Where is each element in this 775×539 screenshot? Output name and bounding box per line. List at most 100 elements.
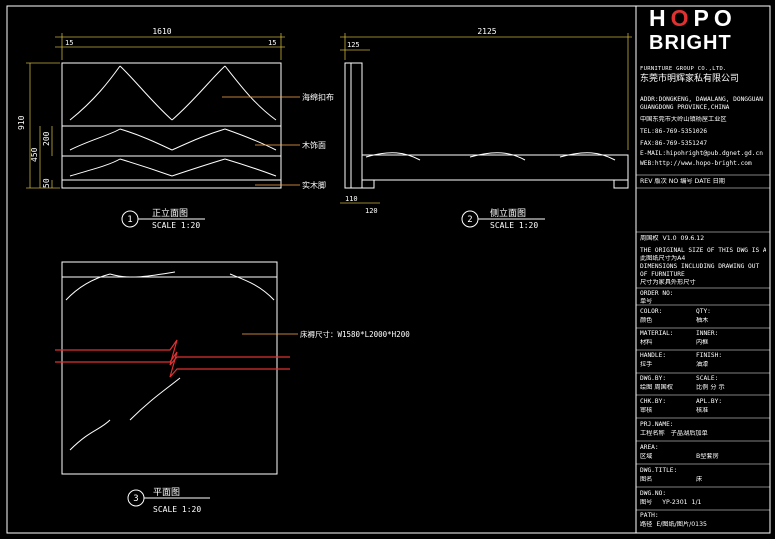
path-value: E/图纸/图片/0135 — [656, 521, 707, 528]
logo-letters-po: PO — [693, 5, 737, 31]
prj-name-cn: 工程名称 — [640, 430, 665, 437]
tel: TEL:86-769-5351026 — [640, 128, 708, 135]
revision-header: REV 版次 NO 编号 DATE 日期 — [640, 178, 725, 185]
address-en-1: ADDR:DONGKENG, DAWALANG, DONGGUAN — [640, 96, 763, 103]
dim-1610: 1610 — [152, 27, 171, 36]
apl-by-label: APL.BY: — [696, 398, 723, 405]
note-cn-2: 尺寸为家具外形尺寸 — [640, 279, 696, 286]
side-bed-frame — [361, 154, 629, 181]
view-number-3: 3 — [133, 494, 138, 504]
color-cn: 颜色 — [640, 317, 653, 324]
address-cn: 中国东莞市大岭山镇杨屋工业区 — [640, 116, 727, 123]
scale-label: SCALE: — [696, 375, 719, 382]
inner-label: INNER: — [696, 330, 719, 337]
dwg-by-row-values: 绘图 周国权 比例 分 示 — [640, 384, 766, 392]
area-cn: 区域 — [640, 453, 653, 460]
color-row-cn: 颜色 柚木 — [640, 317, 766, 325]
front-tufting-mid — [69, 128, 277, 151]
side-foot-tail — [613, 179, 629, 189]
note-cn-1: 此图纸尺寸为A4 — [640, 255, 686, 262]
path-label: PATH: — [640, 512, 659, 519]
dwg-title-value: 床 — [696, 476, 703, 483]
logo-letter-h: H — [649, 5, 671, 31]
apl-by-cn: 核准 — [696, 407, 709, 414]
handle-label: HANDLE: — [640, 352, 667, 359]
color-label: COLOR: — [640, 308, 663, 315]
front-leaders — [222, 96, 300, 186]
drawn-by: 周国权 — [640, 235, 659, 242]
chk-by-row-cn: 审核 核准 — [640, 407, 766, 415]
material-row-cn: 材料 内框 — [640, 339, 766, 347]
dim-15-right: 15 — [268, 39, 276, 47]
annotation-fabric: 海绵扣布 — [302, 92, 334, 102]
material-label: MATERIAL: — [640, 330, 674, 337]
order-no-label: ORDER NO: — [640, 290, 674, 297]
logo-bright: BRIGHT — [649, 32, 732, 54]
order-no-cn: 单号 — [640, 298, 653, 305]
note-en-2: DIMENSIONS INCLUDING DRAWING OUT — [640, 263, 760, 270]
revision-row: 周国权 V1.0 09.6.12 — [640, 235, 766, 243]
view-title-3: 平面图 — [153, 487, 180, 498]
area-label: AREA: — [640, 444, 659, 451]
annotation-bed-size: 床褥尺寸：W1580*L2000*H200 — [300, 329, 410, 339]
side-headboard — [344, 62, 363, 189]
prj-name-row: 工程名称 子晶湖后加单 — [640, 430, 766, 438]
handle-cn: 拉手 — [640, 361, 653, 368]
dim-110: 110 — [345, 195, 358, 203]
inner-cn: 内框 — [696, 339, 709, 346]
view-scale-2: SCALE 1:20 — [490, 221, 538, 230]
dwg-title-cn: 图名 — [640, 476, 653, 483]
view-number-2: 2 — [467, 215, 472, 225]
logo-letter-o: O — [670, 5, 694, 31]
plan-view — [61, 261, 278, 475]
side-view-label: 2 侧立面图 SCALE 1:20 — [461, 207, 545, 230]
view-number-1: 1 — [127, 215, 132, 225]
front-dimensions — [26, 33, 285, 189]
dwg-by-row: DWG.BY: SCALE: — [640, 375, 766, 383]
view-title-1: 正立面图 — [152, 207, 188, 219]
handle-row: HANDLE: FINISH: — [640, 352, 766, 360]
area-row: 区域 B型套房 — [640, 453, 766, 461]
view-title-2: 侧立面图 — [490, 207, 526, 219]
company-logo: HOPO — [649, 7, 737, 30]
dim-125: 125 — [347, 41, 360, 49]
company-name-cn: 东莞市明辉家私有限公司 — [640, 74, 740, 84]
section-break-line — [55, 339, 290, 366]
prj-name-value: 子晶湖后加单 — [670, 430, 708, 437]
dwg-no-cn: 图号 — [640, 499, 653, 506]
prj-name-label: PRJ.NAME: — [640, 421, 674, 428]
view-scale-3: SCALE 1:20 — [153, 505, 201, 514]
sheet-number: 1/1 — [691, 499, 702, 506]
dim-120: 120 — [365, 207, 378, 215]
color-value: 柚木 — [696, 317, 709, 324]
front-elevation — [61, 62, 282, 189]
dwg-no-value: YP-2301 — [662, 499, 688, 506]
version: V1.0 — [662, 235, 677, 242]
dwg-no-label: DWG.NO: — [640, 490, 667, 497]
dim-910: 910 — [17, 115, 26, 130]
dwg-title-label: DWG.TITLE: — [640, 467, 678, 474]
plan-fold-line — [69, 377, 181, 451]
dim-200: 200 — [42, 131, 51, 146]
dwg-by-label: DWG.BY: — [640, 375, 667, 382]
plan-tufting-top — [65, 271, 275, 301]
material-cn: 材料 — [640, 339, 653, 346]
address-en-2: GUANGDONG PROVINCE,CHINA — [640, 104, 730, 111]
finish-cn: 油漆 — [696, 361, 709, 368]
plan-section-cut — [55, 339, 290, 378]
company-name-en: FURNITURE GROUP CO.,LTD. — [640, 66, 727, 72]
dim-15-left: 15 — [65, 39, 73, 47]
area-value: B型套房 — [696, 453, 719, 460]
website: WEB:http://www.hopo-bright.com — [640, 160, 752, 167]
annotation-solid-wood-foot: 实木脚 — [302, 180, 326, 190]
dwg-by-value: 绘图 周国权 — [640, 384, 673, 391]
note-en-1: THE ORIGINAL SIZE OF THIS DWG IS A4 — [640, 247, 766, 254]
side-dimensions — [340, 33, 632, 204]
finish-label: FINISH: — [696, 352, 723, 359]
path-row: 路径 E/图纸/图片/0135 — [640, 521, 766, 529]
side-foot-head — [361, 179, 375, 189]
side-elevation — [344, 62, 629, 189]
fax: FAX:86-769-5351247 — [640, 140, 708, 147]
scale-value: 比例 分 示 — [696, 384, 725, 391]
side-tufting — [365, 152, 616, 161]
